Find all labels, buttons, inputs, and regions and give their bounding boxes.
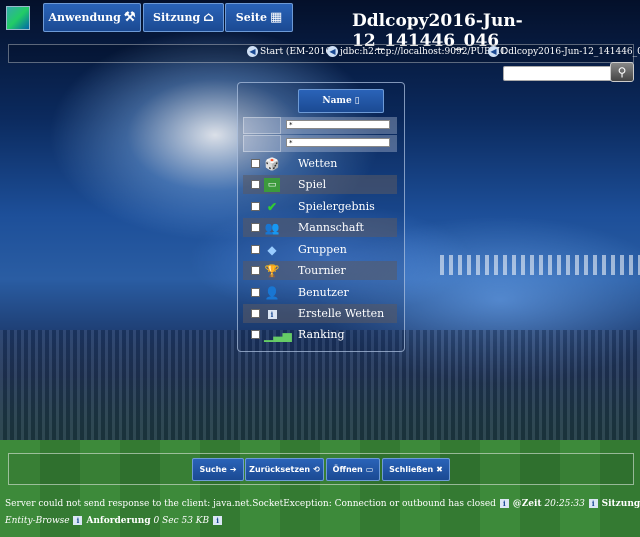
back-arrow-icon: ◀ xyxy=(247,46,258,57)
anforderung-label: Anforderung xyxy=(86,516,151,526)
schliessen-button[interactable]: Schließen ✖ xyxy=(382,458,450,481)
breadcrumb-item-current[interactable]: ◀ Ddlcopy2016-Jun-12_141446_046 xyxy=(488,46,640,57)
list-item-label: Gruppen xyxy=(298,243,347,256)
list-item-benutzer[interactable]: 👤 Benutzer xyxy=(243,283,397,302)
nav-seite-button[interactable]: Seite ▦ xyxy=(225,3,293,32)
zuruecksetzen-button[interactable]: Zurücksetzen ⟲ xyxy=(245,458,324,481)
list-item-label: Spielergebnis xyxy=(298,200,375,213)
status-line-2: Entity-Browse i Anforderung 0 Sec 53 KB … xyxy=(5,516,223,526)
pitch-icon: ▭ xyxy=(264,177,280,192)
list-item-gruppen[interactable]: ◆ Gruppen xyxy=(243,240,397,259)
name-filter-input[interactable] xyxy=(286,120,390,129)
nav-sitzung-label: Sitzung xyxy=(153,11,201,24)
oeffnen-label: Öffnen xyxy=(332,465,363,474)
zeit-value: 20:25:33 xyxy=(544,499,585,509)
info-icon[interactable]: i xyxy=(213,516,223,525)
team-icon: 👥 xyxy=(264,220,280,235)
anforderung-value: 0 Sec 53 KB xyxy=(153,516,210,526)
list-item-mannschaft[interactable]: 👥 Mannschaft xyxy=(243,218,397,237)
list-item-spiel[interactable]: ▭ Spiel xyxy=(243,175,397,194)
list-item-ranking[interactable]: ▁▃▅ Ranking xyxy=(243,325,397,344)
row-checkbox[interactable] xyxy=(251,202,260,211)
nav-anwendung-label: Anwendung xyxy=(48,11,121,24)
name-filter-input[interactable] xyxy=(286,138,390,147)
info-icon[interactable]: i xyxy=(588,499,598,508)
search-arrow-icon: ➔ xyxy=(229,465,237,474)
row-checkbox[interactable] xyxy=(251,245,260,254)
column-header-name[interactable]: Name ▯ xyxy=(298,89,384,113)
close-icon: ✖ xyxy=(436,465,443,474)
status-line: Server could not send response to the cl… xyxy=(5,499,640,509)
oeffnen-button[interactable]: Öffnen ▭ xyxy=(326,458,380,481)
filter-row xyxy=(243,135,397,152)
breadcrumb-item-jdbc[interactable]: ◀ jdbc:h2:tcp://localhost:9092/PUBLIC xyxy=(327,46,507,57)
filter-cell xyxy=(243,117,281,134)
info-icon[interactable]: i xyxy=(499,499,509,508)
filter-cell xyxy=(243,135,281,152)
search-icon: ⚲ xyxy=(617,65,627,79)
entity-label: Entity-Browse xyxy=(5,516,70,526)
group-icon: ◆ xyxy=(267,242,277,257)
schliessen-label: Schließen xyxy=(389,465,434,474)
tools-icon: ⚒ xyxy=(123,10,136,25)
row-checkbox[interactable] xyxy=(251,330,260,339)
house-icon: ⌂ xyxy=(203,10,214,25)
open-icon: ▭ xyxy=(365,465,374,474)
search-input[interactable] xyxy=(503,66,615,81)
nav-seite-label: Seite xyxy=(235,11,267,24)
list-item-label: Erstelle Wetten xyxy=(298,307,385,320)
filter-row xyxy=(243,117,397,134)
breadcrumb-item-start[interactable]: ◀ Start (EM-2016) xyxy=(247,46,335,57)
list-item-label: Spiel xyxy=(298,178,327,191)
user-icon: 👤 xyxy=(264,285,280,300)
sort-icon: ▯ xyxy=(354,96,360,106)
stadium-lights-background xyxy=(440,255,640,275)
app-logo-icon[interactable] xyxy=(6,6,30,30)
dice-icon: 🎲 xyxy=(264,156,280,171)
row-checkbox[interactable] xyxy=(251,223,260,232)
list-item-label: Ranking xyxy=(298,328,345,341)
breadcrumb-label: Ddlcopy2016-Jun-12_141446_046 xyxy=(501,46,640,57)
list-item-label: Mannschaft xyxy=(298,221,364,234)
row-checkbox[interactable] xyxy=(251,288,260,297)
zeit-label: @Zeit xyxy=(512,499,542,509)
zuruecksetzen-label: Zurücksetzen xyxy=(249,465,311,474)
sitzung-label: Sitzung xyxy=(601,499,640,509)
row-checkbox[interactable] xyxy=(251,159,260,168)
list-item-erstelle-wetten[interactable]: i Erstelle Wetten xyxy=(243,304,397,323)
row-checkbox[interactable] xyxy=(251,266,260,275)
list-item-wetten[interactable]: 🎲 Wetten xyxy=(243,154,397,173)
top-bar: Anwendung ⚒ Sitzung ⌂ Seite ▦ Ddlcopy201… xyxy=(0,0,640,51)
info-icon: i xyxy=(264,307,280,321)
row-checkbox[interactable] xyxy=(251,180,260,189)
check-icon: ✔ xyxy=(266,199,278,214)
nav-anwendung-button[interactable]: Anwendung ⚒ xyxy=(43,3,141,32)
suche-button[interactable]: Suche ➔ xyxy=(192,458,244,481)
reset-icon: ⟲ xyxy=(313,465,320,474)
row-checkbox[interactable] xyxy=(251,309,260,318)
bar-chart-icon: ▁▃▅ xyxy=(264,327,292,342)
breadcrumb-label: Start (EM-2016) xyxy=(260,46,335,57)
status-message: Server could not send response to the cl… xyxy=(5,499,496,509)
trophy-icon: 🏆 xyxy=(264,263,280,278)
list-item-label: Wetten xyxy=(298,157,338,170)
list-item-label: Tournier xyxy=(298,264,346,277)
back-arrow-icon: ◀ xyxy=(327,46,338,57)
search-button[interactable]: ⚲ xyxy=(610,62,634,82)
nav-sitzung-button[interactable]: Sitzung ⌂ xyxy=(143,3,224,32)
suche-label: Suche xyxy=(199,465,227,474)
list-item-spielergebnis[interactable]: ✔ Spielergebnis xyxy=(243,197,397,216)
list-item-label: Benutzer xyxy=(298,286,349,299)
list-item-tournier[interactable]: 🏆 Tournier xyxy=(243,261,397,280)
info-icon[interactable]: i xyxy=(73,516,83,525)
column-header-label: Name xyxy=(322,96,352,106)
grid-icon: ▦ xyxy=(269,10,283,25)
back-arrow-icon: ◀ xyxy=(488,46,499,57)
breadcrumb-label: jdbc:h2:tcp://localhost:9092/PUBLIC xyxy=(340,46,507,57)
